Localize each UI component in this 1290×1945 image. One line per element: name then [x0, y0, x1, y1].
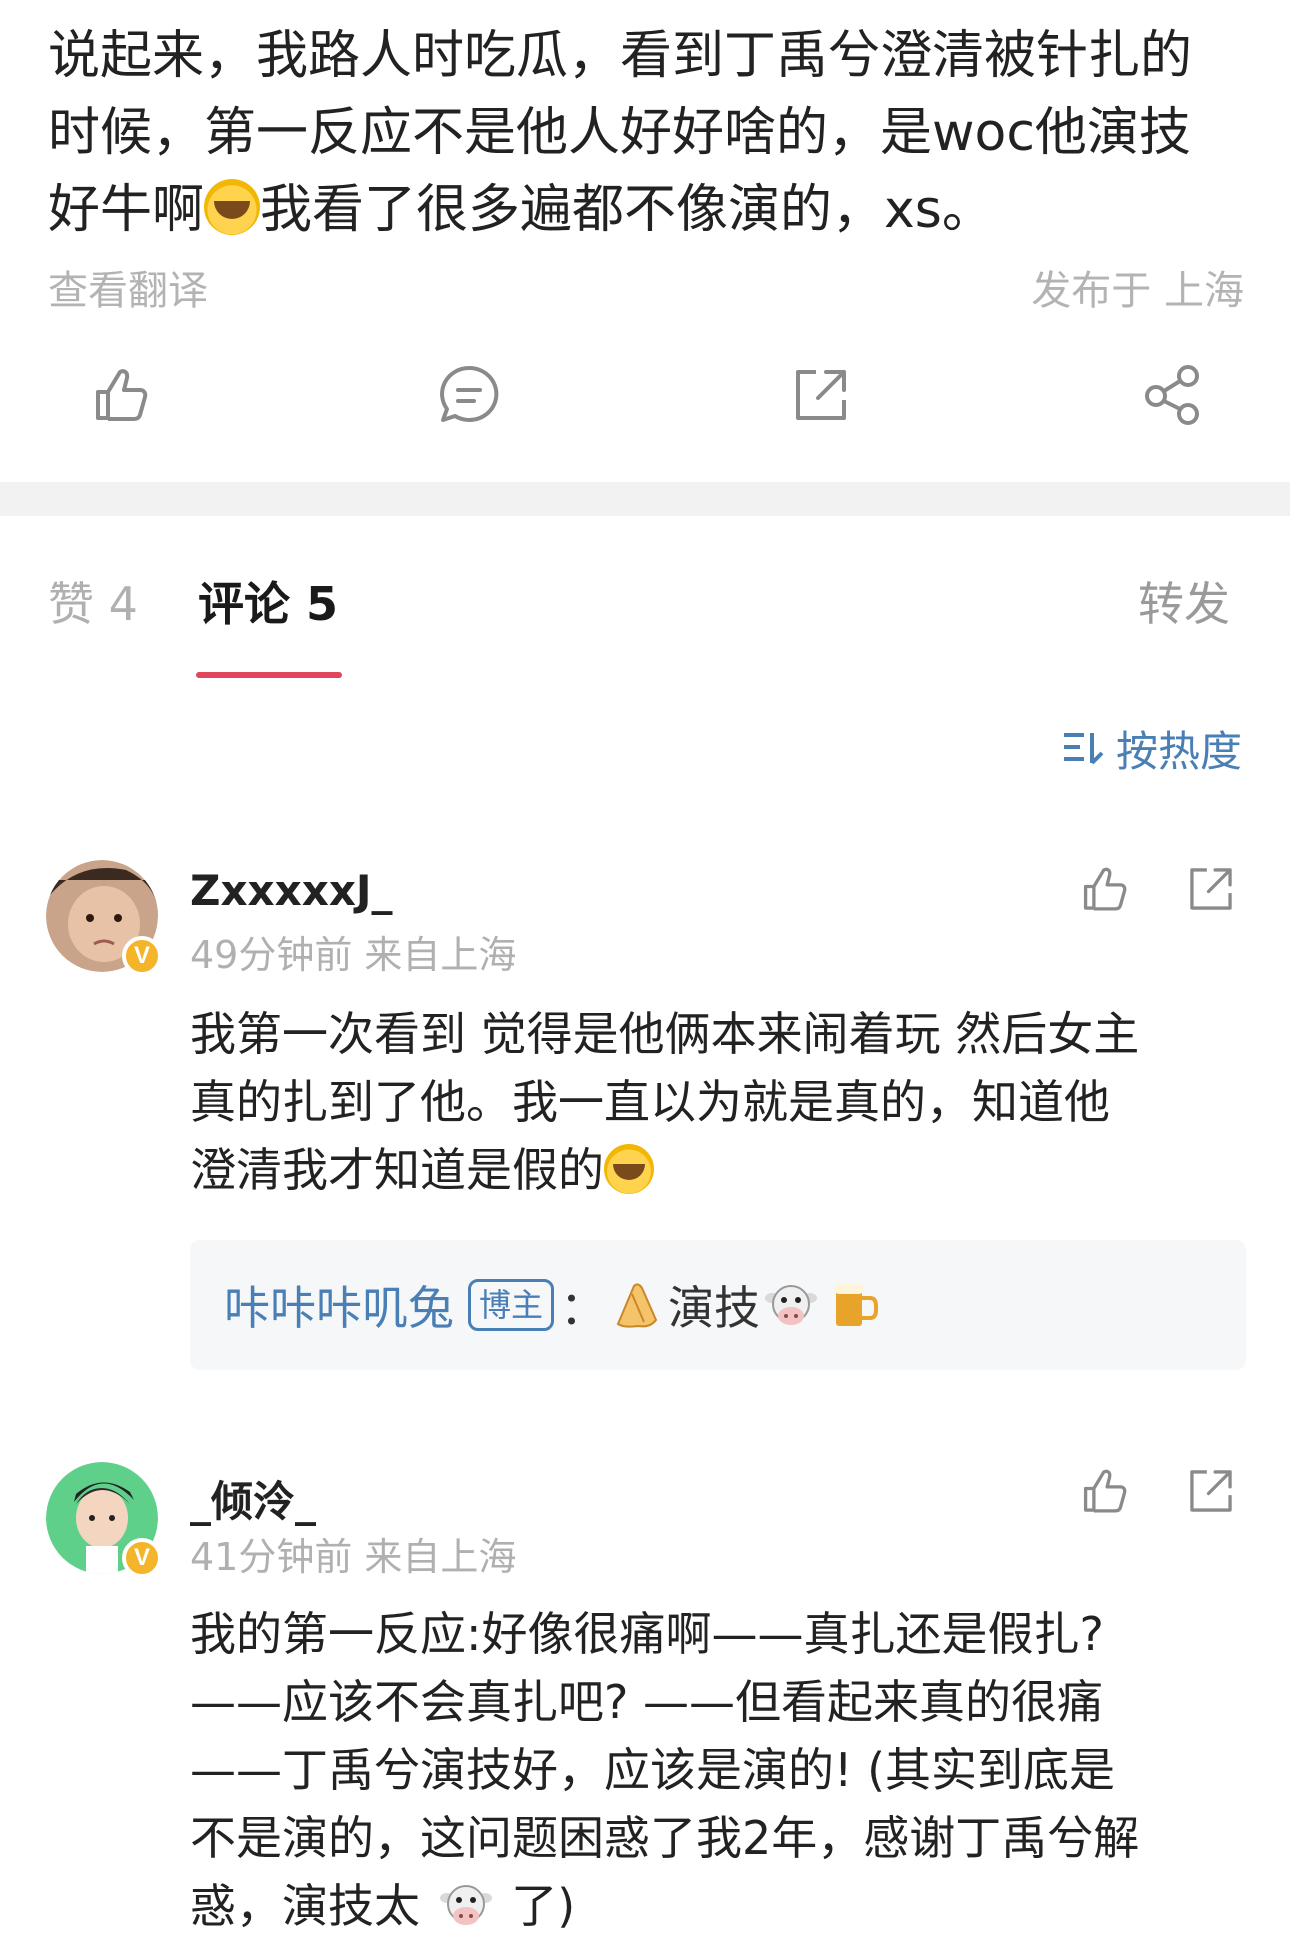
translate-link[interactable]: 查看翻译 — [48, 258, 208, 316]
avatar[interactable]: V — [46, 860, 162, 976]
post-line: 时候，第一反应不是他人好好啥的，是woc他演技 — [48, 103, 1191, 163]
comment-repost-icon[interactable] — [1182, 1462, 1240, 1520]
avatar[interactable]: V — [46, 1462, 162, 1578]
like-icon[interactable] — [84, 360, 154, 430]
reply-username[interactable]: 咔咔咔叽兔 — [224, 1272, 454, 1338]
reply-preview[interactable]: 咔咔咔叽兔 博主 ： 演技 — [190, 1240, 1246, 1370]
comment-actions — [1074, 1462, 1240, 1520]
comment-meta: 49分钟前 来自上海 — [190, 933, 517, 977]
sort-label: 按热度 — [1115, 727, 1242, 776]
comment-text: 我第一次看到 觉得是他俩本来闹着玩 然后女主 真的扎到了他。我一直以为就是真的，… — [190, 1007, 1140, 1197]
verified-badge-icon: V — [122, 936, 162, 976]
section-divider — [0, 482, 1290, 516]
comment-text: 我的第一反应:好像很痛啊——真扎还是假扎? ——应该不会真扎吧? ——但看起来真… — [190, 1607, 1140, 1933]
post-body: 说起来，我路人时吃瓜，看到丁禹兮澄清被针扎的 时候，第一反应不是他人好好啥的，是… — [48, 18, 1248, 249]
comment-repost-icon[interactable] — [1182, 860, 1240, 918]
tab-comments[interactable]: 评论 5 — [198, 568, 338, 634]
comment-like-icon[interactable] — [1074, 1462, 1132, 1520]
cow-emoji-icon — [439, 1885, 492, 1925]
sort-button[interactable]: 按热度 — [1062, 718, 1242, 779]
comment-meta: 41分钟前 来自上海 — [190, 1535, 517, 1579]
comment-username[interactable]: ZxxxxxJ_ — [190, 866, 393, 915]
post-action-bar — [0, 360, 1290, 440]
repost-icon[interactable] — [786, 360, 856, 430]
post-line: 说起来，我路人时吃瓜，看到丁禹兮澄清被针扎的 — [48, 26, 1193, 86]
cow-emoji-icon — [765, 1285, 818, 1325]
comment-icon[interactable] — [434, 360, 504, 430]
laugh-cry-emoji-icon — [204, 179, 261, 235]
comment-username[interactable]: _倾泠_ — [190, 1468, 316, 1529]
beer-emoji-icon — [834, 1284, 879, 1326]
laugh-cry-emoji-icon — [604, 1144, 654, 1194]
tab-likes[interactable]: 赞 4 — [48, 568, 138, 634]
share-icon[interactable] — [1138, 360, 1208, 430]
comment-like-icon[interactable] — [1074, 860, 1132, 918]
sort-icon — [1063, 732, 1104, 764]
tab-bar: 赞 4 评论 5 转发 — [0, 560, 1290, 640]
blogger-badge: 博主 — [468, 1279, 555, 1331]
tab-repost[interactable]: 转发 — [1138, 568, 1230, 634]
verified-badge-icon: V — [122, 1538, 162, 1578]
post-location: 发布于 上海 — [1031, 268, 1244, 314]
comment-actions — [1074, 860, 1240, 918]
post-meta: 查看翻译 发布于 上海 — [48, 258, 1244, 316]
clap-emoji-icon — [616, 1283, 658, 1328]
active-tab-indicator — [196, 672, 342, 678]
post-line: 好牛啊 我看了很多遍都不像演的，xs。 — [48, 179, 994, 240]
